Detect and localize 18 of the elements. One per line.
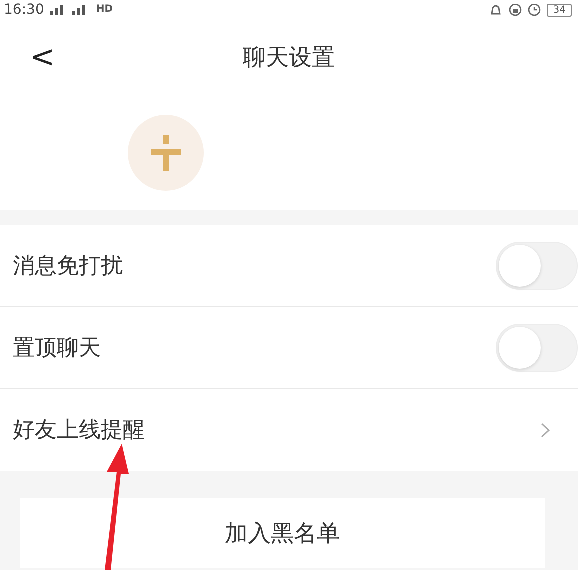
chevron-icon — [541, 422, 550, 438]
plus-icon — [151, 134, 181, 170]
settings-row[interactable]: 消息免打扰 — [0, 225, 578, 307]
battery-level: 34 — [547, 4, 572, 16]
page-title: 聊天设置 — [243, 44, 335, 73]
toggle-switch[interactable] — [496, 242, 578, 290]
back-button[interactable]: < — [30, 40, 56, 75]
setting-label: 置顶聊天 — [13, 334, 101, 362]
bell-icon — [489, 4, 504, 16]
clock-icon — [528, 4, 542, 16]
settings-row[interactable]: 置顶聊天 — [0, 307, 578, 389]
settings-row[interactable]: 好友上线提醒 — [0, 389, 578, 471]
setting-label: 消息免打扰 — [13, 252, 123, 280]
setting-label: 好友上线提醒 — [13, 417, 145, 445]
toggle-switch[interactable] — [496, 324, 578, 372]
network-label: HD — [96, 4, 114, 16]
blacklist-button[interactable]: 加入黑名单 — [20, 498, 545, 568]
status-time: 16:30 — [4, 1, 44, 19]
